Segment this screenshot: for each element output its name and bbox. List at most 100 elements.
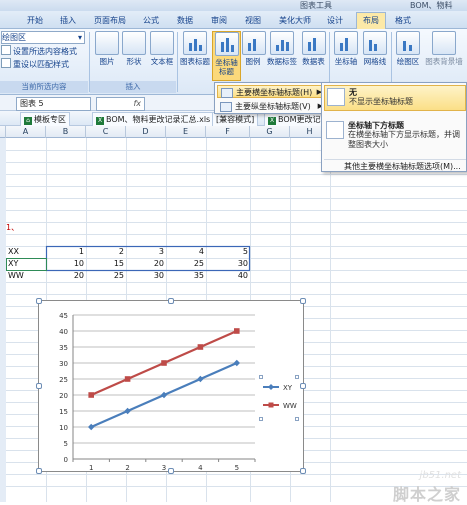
cell-xx-1[interactable]: 1	[46, 246, 84, 258]
tab-formulas[interactable]: 公式	[138, 13, 164, 28]
chart-tools-label: 图表工具	[300, 1, 332, 10]
column-header-f[interactable]: F	[206, 126, 250, 138]
format-selection-button[interactable]: 设置所选内容格式	[1, 45, 77, 56]
excel-file-icon: X	[96, 117, 104, 125]
resize-handle[interactable]	[36, 468, 42, 474]
menu-item-primary-vertical-axis-title[interactable]: 主要纵坐标轴标题(V) ▶	[217, 100, 327, 113]
resize-handle[interactable]	[168, 468, 174, 474]
cell-ww-3[interactable]: 30	[126, 270, 164, 282]
resize-handle[interactable]	[300, 298, 306, 304]
cell-xy-3[interactable]: 20	[126, 258, 164, 270]
tab-beautify-master[interactable]: 美化大师	[274, 13, 316, 28]
cell-xx-2[interactable]: 2	[86, 246, 124, 258]
doc-tab-bom-change-label: BOM更改记	[278, 115, 321, 124]
resize-handle[interactable]	[168, 298, 174, 304]
doc-tab-compat-label: [兼容模式]	[216, 115, 255, 124]
chart-wall-button[interactable]: 图表背景墙	[424, 31, 464, 66]
y-tick-label: 35	[59, 344, 68, 352]
data-labels-button[interactable]: 数据标签	[266, 31, 298, 66]
legend-label: 图例	[245, 57, 261, 66]
chart-title-icon	[183, 31, 207, 55]
option-no-axis-title[interactable]: 无 不显示坐标轴标题	[324, 85, 466, 111]
reset-style-button[interactable]: 重设以匹配样式	[1, 58, 69, 69]
tab-page-layout[interactable]: 页面布局	[90, 13, 130, 28]
doc-tab-template[interactable]: ⌂ 模板专区	[20, 112, 70, 126]
resize-handle[interactable]	[300, 383, 306, 389]
column-header-e[interactable]: E	[166, 126, 206, 138]
option-title-below-axis[interactable]: 坐标轴下方标题 在横坐标轴下方显示标题，并调整图表大小	[324, 119, 466, 155]
cell-xy-5[interactable]: 30	[206, 258, 248, 270]
tab-design[interactable]: 设计	[322, 13, 348, 28]
cell-xx-5[interactable]: 5	[206, 246, 248, 258]
group-label-current-selection: 当前所选内容	[0, 81, 88, 93]
insert-shapes-button[interactable]: 形状	[121, 31, 147, 66]
chart-element-dropdown[interactable]: 绘图区 ▾	[1, 31, 85, 44]
axes-button[interactable]: 坐标轴	[332, 31, 360, 66]
home-icon: ⌂	[24, 117, 32, 125]
cell-xx-3[interactable]: 3	[126, 246, 164, 258]
data-table-button[interactable]: 数据表	[300, 31, 327, 66]
chart-wall-icon	[432, 31, 456, 55]
data-point-xy	[197, 375, 204, 383]
doc-tab-bom-change[interactable]: X BOM更改记	[264, 112, 325, 126]
axes-label: 坐标轴	[334, 57, 358, 66]
legend-button[interactable]: 图例	[242, 31, 266, 66]
cell-xy-4[interactable]: 25	[166, 258, 204, 270]
data-point-ww	[88, 392, 94, 398]
option-none-desc: 不显示坐标轴标题	[349, 97, 413, 106]
column-header-a[interactable]: A	[6, 126, 46, 138]
axes-icon	[334, 31, 358, 55]
column-header-b[interactable]: B	[46, 126, 86, 138]
y-tick-label: 30	[59, 360, 68, 368]
tab-home[interactable]: 开始	[22, 13, 48, 28]
cell-xy-2[interactable]: 15	[86, 258, 124, 270]
cell-label-ww[interactable]: WW	[8, 270, 24, 282]
resize-handle[interactable]	[36, 383, 42, 389]
line-chart[interactable]: 0 5 10 15 20 25 30 35 40 45 1 2 3 4 5 XY WW	[36, 298, 306, 474]
tab-insert[interactable]: 插入	[55, 13, 81, 28]
tab-data[interactable]: 数据	[172, 13, 198, 28]
y-tick-label: 5	[64, 440, 68, 448]
cell-xx-4[interactable]: 4	[166, 246, 204, 258]
x-tick-label: 4	[198, 464, 203, 472]
data-point-ww	[234, 328, 240, 334]
doc-tab-template-label: 模板专区	[34, 115, 66, 124]
resize-handle[interactable]	[300, 468, 306, 474]
cell-ww-2[interactable]: 25	[86, 270, 124, 282]
chart-element-value: 绘图区	[2, 33, 26, 42]
vertical-axis-title-icon	[220, 102, 232, 112]
axis-titles-button[interactable]: 坐标轴标题	[212, 31, 241, 81]
plot-area-button[interactable]: 绘图区	[394, 31, 422, 66]
option-more-axis-title[interactable]: 其他主要横坐标轴标题选项(M)...	[324, 159, 466, 171]
menu-item-primary-horizontal-axis-title[interactable]: 主要横坐标轴标题(H) ▶	[217, 85, 327, 98]
cell-ww-4[interactable]: 35	[166, 270, 204, 282]
cell-label-xy[interactable]: XY	[8, 258, 18, 270]
chart-title-button[interactable]: 图表标题	[180, 31, 210, 66]
tab-view[interactable]: 视图	[240, 13, 266, 28]
resize-handle[interactable]	[36, 298, 42, 304]
tab-review[interactable]: 审阅	[206, 13, 232, 28]
doc-tab-compat-mode[interactable]: [兼容模式]	[212, 112, 259, 126]
cell-xy-1[interactable]: 10	[46, 258, 84, 270]
x-tick-label: 5	[235, 464, 239, 472]
data-table-label: 数据表	[302, 57, 325, 66]
format-selection-label: 设置所选内容格式	[13, 47, 77, 56]
insert-textbox-button[interactable]: 文本框	[148, 31, 176, 66]
name-box[interactable]: 图表 5	[16, 97, 91, 111]
column-header-d[interactable]: D	[126, 126, 166, 138]
fx-icon[interactable]: fx	[96, 97, 145, 111]
no-title-icon	[327, 88, 345, 106]
column-header-c[interactable]: C	[86, 126, 126, 138]
cell-label-xx[interactable]: XX	[8, 246, 19, 258]
gridlines-button[interactable]: 网格线	[361, 31, 389, 66]
cell-a-note[interactable]: 1、	[6, 222, 19, 234]
column-header-g[interactable]: G	[250, 126, 290, 138]
tab-layout[interactable]: 布局	[356, 12, 386, 30]
axis-titles-icon	[214, 32, 239, 56]
cell-ww-5[interactable]: 40	[206, 270, 248, 282]
insert-picture-button[interactable]: 图片	[94, 31, 120, 66]
doc-tab-bom-xls[interactable]: X BOM、物料更改记录汇总.xls	[92, 112, 215, 126]
menu-item-primary-vertical-label: 主要纵坐标轴标题(V)	[235, 102, 311, 111]
cell-ww-1[interactable]: 20	[46, 270, 84, 282]
tab-format[interactable]: 格式	[390, 13, 416, 28]
